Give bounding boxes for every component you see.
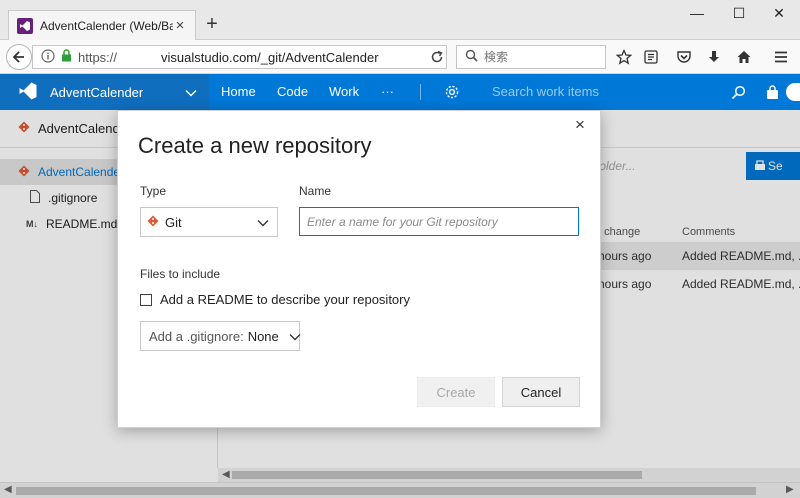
url-text: https://visualstudio.com/_git/AdventCale… <box>78 49 379 65</box>
info-icon[interactable] <box>41 48 55 66</box>
home-icon[interactable] <box>735 48 753 66</box>
create-repository-dialog: Create a new repository × Type Name Git … <box>117 110 601 428</box>
hub-home[interactable]: Home <box>221 74 256 110</box>
tab-close-icon[interactable]: × <box>173 17 187 34</box>
url-bar[interactable]: https://visualstudio.com/_git/AdventCale… <box>32 45 447 69</box>
chevron-down-icon <box>289 329 301 344</box>
vsts-header: AdventCalender Home Code Work ··· Search… <box>0 74 800 110</box>
star-icon[interactable] <box>615 48 633 66</box>
shopping-bag-icon[interactable] <box>765 85 780 103</box>
hub-work[interactable]: Work <box>329 74 359 110</box>
maximize-button[interactable]: ☐ <box>730 4 748 22</box>
browser-tabstrip: AdventCalender (Web/Bac… × + — ☐ ✕ <box>0 0 800 40</box>
back-button[interactable] <box>6 44 32 70</box>
browser-search-input[interactable] <box>484 50 594 64</box>
visual-studio-logo-icon <box>18 81 38 104</box>
repository-type-value: Git <box>165 214 182 230</box>
menu-icon[interactable] <box>772 48 790 66</box>
gitignore-select[interactable]: Add a .gitignore: None <box>140 321 301 351</box>
search-icon <box>465 49 478 65</box>
git-icon <box>147 215 159 230</box>
new-tab-button[interactable]: + <box>204 14 220 34</box>
avatar[interactable] <box>786 83 800 101</box>
close-window-button[interactable]: ✕ <box>770 4 788 22</box>
back-arrow-icon <box>12 51 24 63</box>
reload-icon[interactable] <box>428 48 446 66</box>
chevron-down-icon <box>185 85 197 100</box>
search-icon[interactable] <box>731 85 746 103</box>
repository-type-select[interactable]: Git <box>140 207 278 237</box>
pocket-icon[interactable] <box>675 48 693 66</box>
gitignore-value: None <box>247 328 279 344</box>
hub-code[interactable]: Code <box>277 74 308 110</box>
dialog-title: Create a new repository <box>138 133 372 158</box>
hub-more[interactable]: ··· <box>381 74 394 110</box>
name-label: Name <box>299 184 332 198</box>
readme-checkbox-label[interactable]: Add a README to describe your repository <box>160 292 410 307</box>
gear-icon[interactable] <box>444 84 460 103</box>
tab-title: AdventCalender (Web/Bac… <box>40 18 173 33</box>
gitignore-label: Add a .gitignore: <box>149 328 244 344</box>
visual-studio-icon <box>17 17 33 34</box>
readme-option[interactable]: Add a README to describe your repository <box>140 292 410 307</box>
minimize-button[interactable]: — <box>688 4 706 22</box>
close-icon[interactable]: × <box>573 115 587 134</box>
type-label: Type <box>140 184 167 198</box>
header-separator <box>420 84 421 100</box>
browser-tab[interactable]: AdventCalender (Web/Bac… × <box>8 10 196 40</box>
chevron-down-icon <box>257 215 269 230</box>
lock-icon <box>61 49 72 65</box>
create-button[interactable]: Create <box>417 377 495 407</box>
reading-list-icon[interactable] <box>642 48 660 66</box>
readme-checkbox[interactable] <box>140 293 152 306</box>
search-work-items[interactable]: Search work items <box>492 74 599 110</box>
browser-search-bar[interactable] <box>456 45 606 69</box>
browser-navbar: https://visualstudio.com/_git/AdventCale… <box>0 40 800 74</box>
files-to-include-label: Files to include <box>140 267 221 281</box>
repository-name-input[interactable] <box>299 207 579 236</box>
project-name: AdventCalender <box>50 84 144 100</box>
project-switcher[interactable]: AdventCalender <box>0 74 209 110</box>
cancel-button[interactable]: Cancel <box>502 377 580 407</box>
download-icon[interactable] <box>705 48 723 66</box>
